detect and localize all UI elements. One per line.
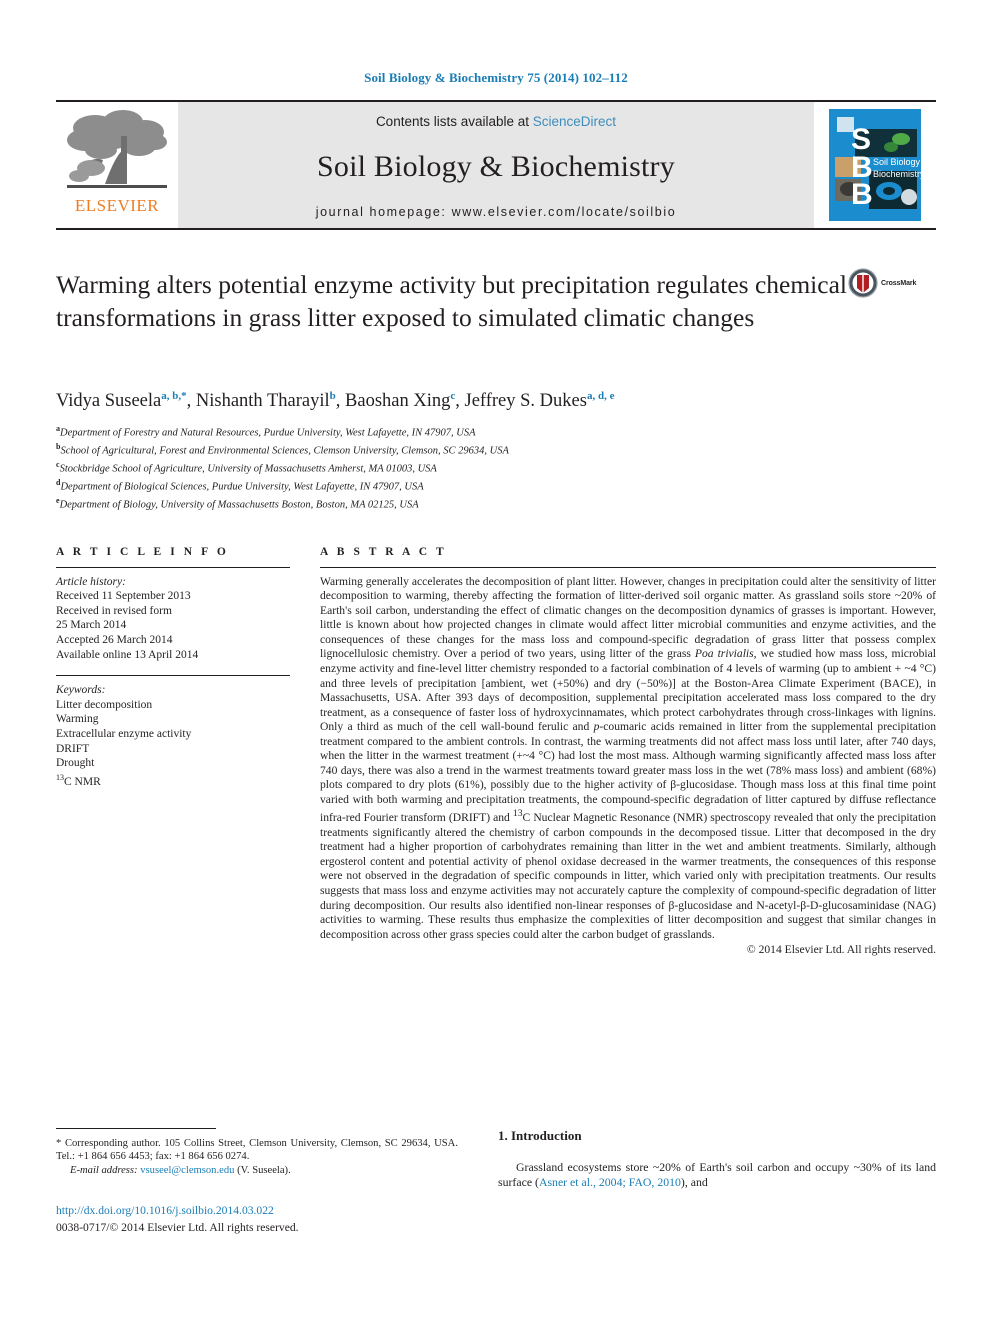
history-item: Received in revised form <box>56 604 172 617</box>
abstract-column: A B S T R A C T Warming generally accele… <box>308 545 936 957</box>
keyword-item: Warming <box>56 713 99 726</box>
affiliation-text: Stockbridge School of Agriculture, Unive… <box>59 463 437 475</box>
divider <box>56 675 290 677</box>
history-item: Received 11 September 2013 <box>56 590 191 603</box>
article-history-label: Article history: <box>56 575 126 588</box>
keyword-item: Litter decomposition <box>56 698 153 711</box>
corresponding-author-note: * Corresponding author. 105 Collins Stre… <box>56 1137 458 1164</box>
crossmark-label: CrossMark <box>881 279 917 287</box>
journal-cover-image: S B B Soil Biology & Biochemistry <box>829 109 921 221</box>
corresponding-author-star: * <box>181 390 187 402</box>
svg-text:B: B <box>851 178 873 211</box>
affiliation-text: Department of Biology, University of Mas… <box>59 499 419 511</box>
affiliation-text: School of Agricultural, Forest and Envir… <box>60 445 509 457</box>
author-affil-marks: b <box>329 390 336 402</box>
abstract-copyright: © 2014 Elsevier Ltd. All rights reserved… <box>746 943 936 957</box>
divider <box>320 566 936 568</box>
page-footer: * Corresponding author. 105 Collins Stre… <box>56 1128 936 1236</box>
info-abstract-columns: A R T I C L E I N F O Article history: R… <box>56 545 936 957</box>
journal-cover-thumbnail[interactable]: S B B Soil Biology & Biochemistry <box>814 102 936 228</box>
keyword-item: DRIFT <box>56 742 90 755</box>
corresponding-text: Corresponding author. 105 Collins Street… <box>56 1138 458 1163</box>
affiliation-item: bSchool of Agricultural, Forest and Envi… <box>56 440 936 458</box>
citation-link[interactable]: Asner et al., 2004; FAO, 2010 <box>539 1175 681 1189</box>
keywords-block: Keywords: Litter decomposition Warming E… <box>56 683 290 789</box>
contents-list-line: Contents lists available at ScienceDirec… <box>376 114 616 129</box>
running-head: Soil Biology & Biochemistry 75 (2014) 10… <box>364 70 628 85</box>
abstract-text: Warming generally accelerates the decomp… <box>320 575 936 943</box>
author-affil-marks: c <box>450 390 456 402</box>
abstract-heading: A B S T R A C T <box>320 545 447 558</box>
history-item: Available online 13 April 2014 <box>56 648 199 661</box>
author-affil-marks: a, d, e <box>586 390 615 402</box>
title-block: Warming alters potential enzyme activity… <box>56 268 936 364</box>
author-name: Nishanth Tharayil <box>195 391 330 412</box>
affiliation-text: Department of Biological Sciences, Purdu… <box>60 481 424 493</box>
keywords-label: Keywords: <box>56 684 106 697</box>
affiliation-item: aDepartment of Forestry and Natural Reso… <box>56 422 936 440</box>
introduction-paragraph: Grassland ecosystems store ~20% of Earth… <box>498 1160 936 1190</box>
elsevier-tree-icon <box>65 106 169 198</box>
author-list: Vidya Suseelaa, b,*, Nishanth Tharayilb,… <box>56 390 615 412</box>
issn-copyright-line: 0038-0717/© 2014 Elsevier Ltd. All right… <box>56 1220 299 1234</box>
svg-text:Soil Biology &: Soil Biology & <box>873 157 921 167</box>
affiliation-item: eDepartment of Biology, University of Ma… <box>56 494 936 512</box>
doi-link[interactable]: http://dx.doi.org/10.1016/j.soilbio.2014… <box>56 1203 458 1218</box>
page-title: Warming alters potential enzyme activity… <box>56 270 847 332</box>
introduction-section: 1. Introduction Grassland ecosystems sto… <box>486 1128 936 1236</box>
history-item: 25 March 2014 <box>56 619 127 632</box>
keyword-item: Drought <box>56 757 95 770</box>
keyword-item: Extracellular enzyme activity <box>56 728 192 741</box>
divider <box>56 566 290 568</box>
email-note: E-mail address: vsuseel@clemson.edu (V. … <box>56 1164 458 1177</box>
history-item: Accepted 26 March 2014 <box>56 634 173 647</box>
svg-text:Biochemistry: Biochemistry <box>873 169 921 179</box>
nmr-isotope-superscript: 13 <box>512 808 523 820</box>
keyword-item: 13C NMR <box>56 771 290 789</box>
footer-left-column: * Corresponding author. 105 Collins Stre… <box>56 1128 486 1236</box>
journal-masthead: ELSEVIER Contents lists available at Sci… <box>56 100 936 230</box>
affiliation-item: cStockbridge School of Agriculture, Univ… <box>56 458 936 476</box>
keyword-isotope-superscript: 13 <box>56 772 64 782</box>
sciencedirect-link[interactable]: ScienceDirect <box>533 114 616 129</box>
abstract-part: -coumaric acids remained in litter from … <box>320 720 936 825</box>
affiliation-item: dDepartment of Biological Sciences, Purd… <box>56 476 936 494</box>
affiliation-text: Department of Forestry and Natural Resou… <box>60 427 476 439</box>
keyword-nmr-text: C NMR <box>64 775 101 788</box>
abstract-part: C Nuclear Magnetic Resonance (NMR) spect… <box>320 811 936 941</box>
species-name: Poa trivialis <box>694 647 754 661</box>
crossmark-icon <box>848 268 878 298</box>
author-name: Vidya Suseela <box>56 391 162 412</box>
doi-block: http://dx.doi.org/10.1016/j.soilbio.2014… <box>56 1203 458 1236</box>
introduction-heading: 1. Introduction <box>498 1128 582 1143</box>
intro-text-after-citation: ), and <box>680 1175 708 1190</box>
journal-article-page: Soil Biology & Biochemistry 75 (2014) 10… <box>0 0 992 1323</box>
crossmark-badge[interactable]: CrossMark <box>848 268 936 298</box>
author-name: Baoshan Xing <box>345 391 451 412</box>
author-affil-marks: a, b, <box>161 390 182 402</box>
contents-prefix: Contents lists available at <box>375 114 533 129</box>
masthead-center: Contents lists available at ScienceDirec… <box>178 102 814 228</box>
elsevier-logo: ELSEVIER <box>56 102 178 228</box>
author-name: Jeffrey S. Dukes <box>464 391 587 412</box>
article-info-heading: A R T I C L E I N F O <box>56 545 229 558</box>
article-history: Article history: Received 11 September 2… <box>56 575 290 663</box>
journal-homepage-link[interactable]: journal homepage: www.elsevier.com/locat… <box>316 205 677 219</box>
elsevier-wordmark: ELSEVIER <box>74 196 160 215</box>
affiliation-list: aDepartment of Forestry and Natural Reso… <box>56 422 936 512</box>
email-label: E-mail address: <box>70 1164 138 1176</box>
journal-title: Soil Biology & Biochemistry <box>317 150 675 183</box>
email-link[interactable]: vsuseel@clemson.edu <box>140 1165 234 1176</box>
article-info-column: A R T I C L E I N F O Article history: R… <box>56 546 308 957</box>
email-suffix: (V. Suseela). <box>234 1164 291 1176</box>
divider <box>56 1128 216 1129</box>
